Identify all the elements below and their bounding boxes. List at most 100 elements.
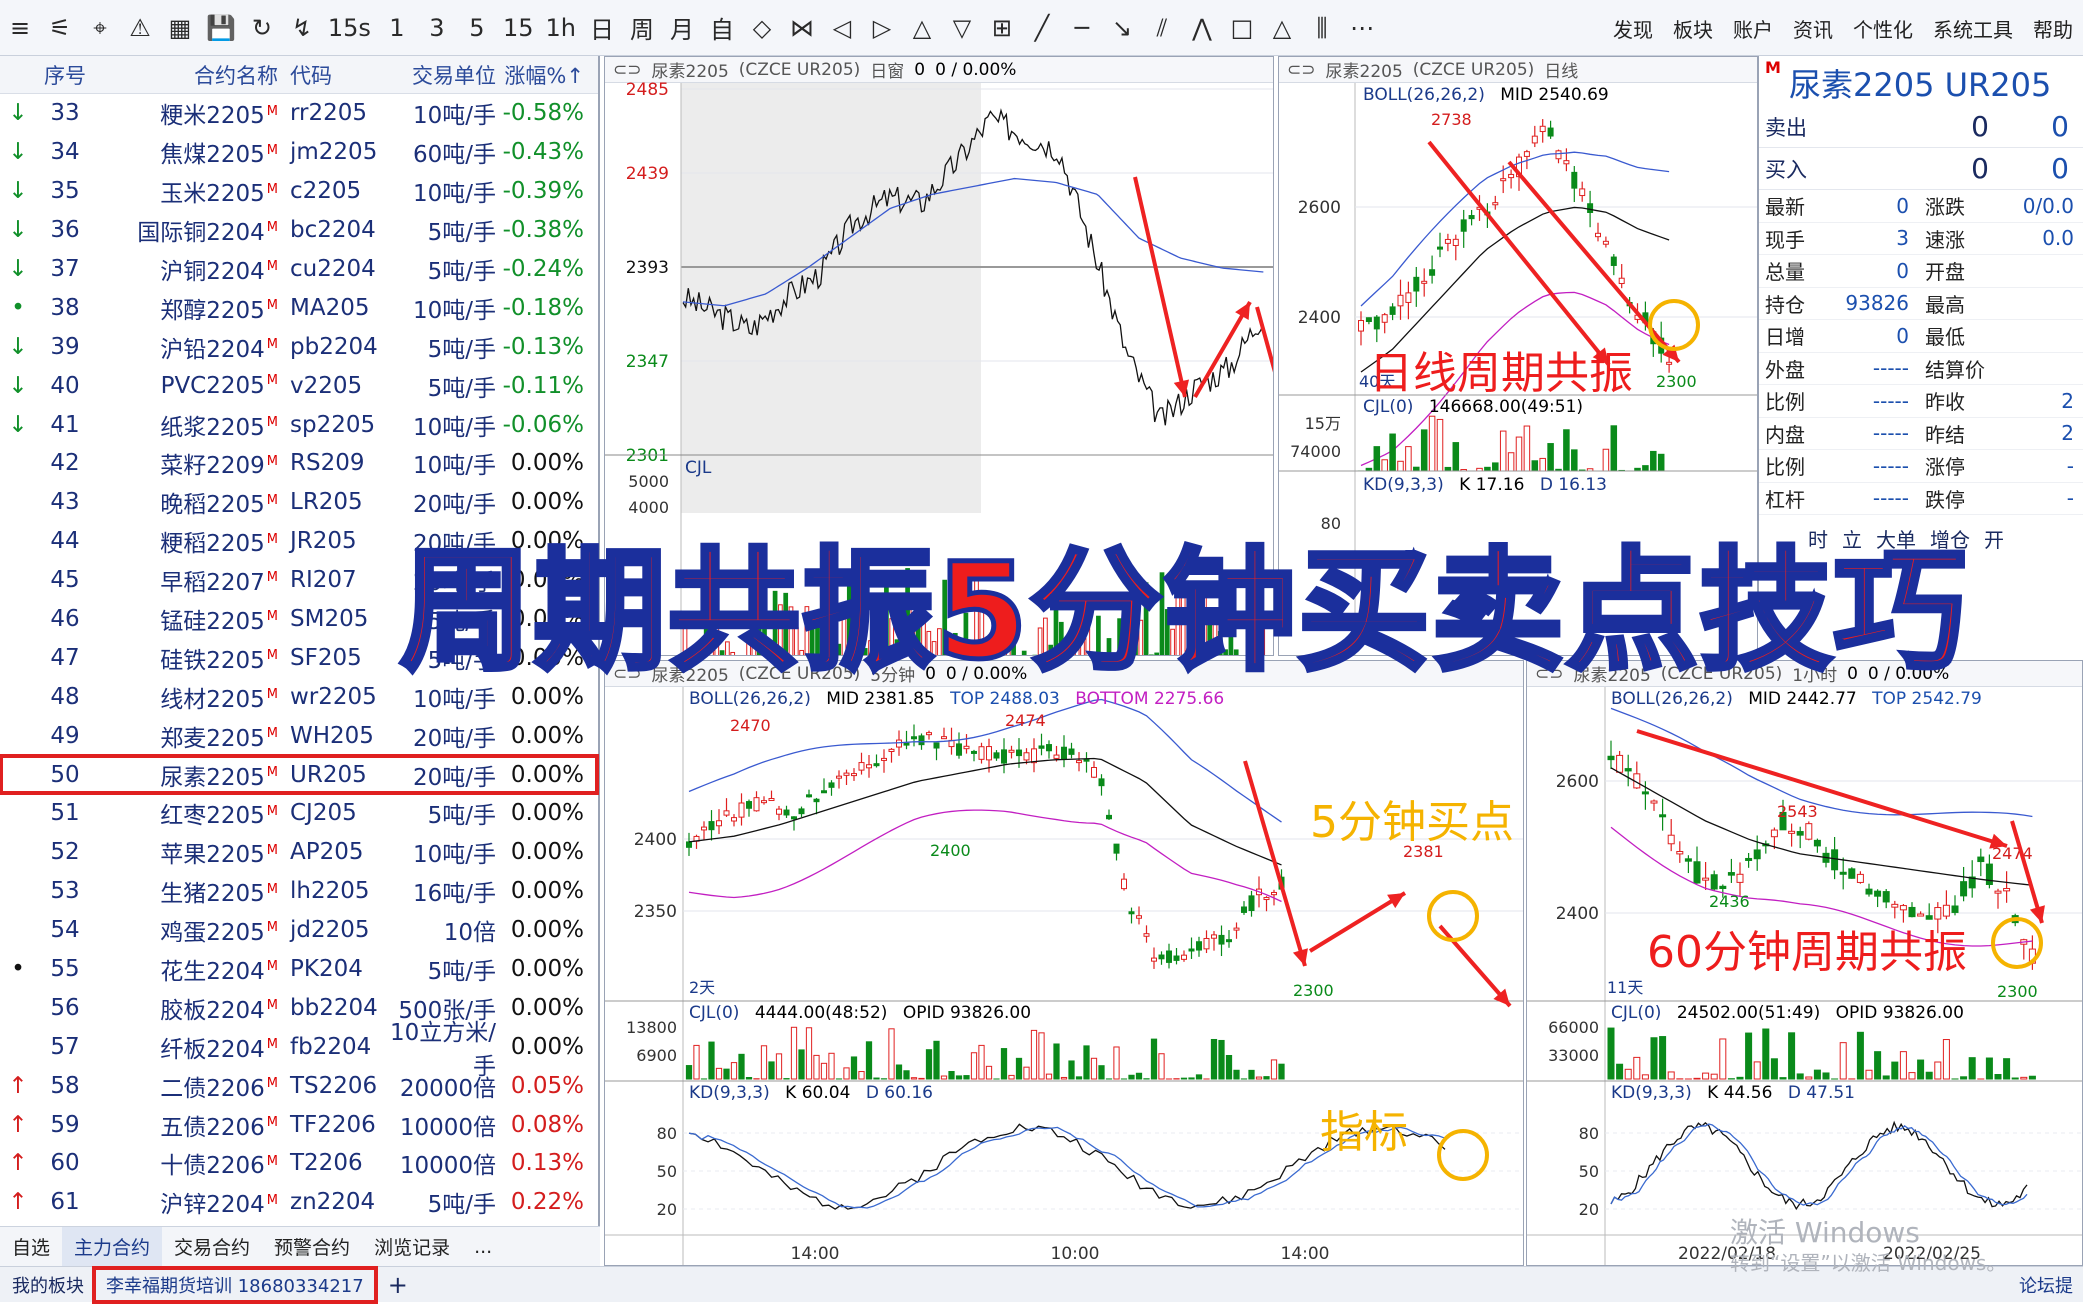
toolbar-tool-12-icon[interactable]: 15 — [497, 8, 540, 48]
header-unit[interactable]: 交易单位 — [384, 60, 496, 90]
toolbar-tool-23-icon[interactable]: ▽ — [942, 8, 982, 48]
list-tab-2[interactable]: 交易合约 — [162, 1233, 262, 1260]
table-row[interactable]: •38郑醇2205MMA20510吨/手-0.18% — [0, 288, 598, 327]
toolbar-tool-14-icon[interactable]: 日 — [582, 8, 622, 48]
toolbar-tool-5-icon[interactable]: 💾 — [200, 8, 242, 48]
table-row[interactable]: 50尿素2205MUR20520吨/手0.00% — [0, 755, 598, 794]
toolbar-tool-10-icon[interactable]: 3 — [417, 8, 457, 48]
table-row[interactable]: 51红枣2205MCJ2055吨/手0.00% — [0, 794, 598, 833]
table-row[interactable]: 49郑麦2205MWH20520吨/手0.00% — [0, 716, 598, 755]
header-name[interactable]: 合约名称 — [94, 60, 284, 90]
menu-item-5[interactable]: 系统工具 — [1933, 14, 2013, 43]
list-tab-1[interactable]: 主力合约 — [62, 1227, 162, 1266]
toolbar-tool-7-icon[interactable]: ↯ — [282, 8, 322, 48]
list-tab-5[interactable]: ... — [462, 1236, 504, 1258]
m5-kd-label[interactable]: KD(9,3,3) K 60.04 D 60.16 — [689, 1083, 933, 1103]
toolbar-tool-22-icon[interactable]: △ — [902, 8, 942, 48]
toolbar-tool-13-icon[interactable]: 1h — [539, 8, 581, 48]
toolbar-tool-1-icon[interactable]: ⚟ — [40, 8, 80, 48]
m5-candle-body — [1174, 956, 1179, 960]
toolbar-tool-3-icon[interactable]: ⚠ — [120, 8, 160, 48]
toolbar-tool-6-icon[interactable]: ↻ — [242, 8, 282, 48]
table-row[interactable]: ↓34焦煤2205Mjm220560吨/手-0.43% — [0, 133, 598, 172]
row-unit: 10吨/手 — [384, 835, 496, 869]
toolbar-tool-0-icon[interactable]: ≡ — [0, 8, 40, 48]
daily-vol-bar — [1643, 466, 1649, 471]
m60-kd-label[interactable]: KD(9,3,3) K 44.56 D 47.51 — [1611, 1083, 1855, 1103]
m5-chart-panel[interactable]: ⊂⊃ 尿素2205 (CZCE UR205) 5分钟 0 0 / 0.00% 2… — [604, 660, 1524, 1266]
toolbar-tool-29-icon[interactable]: ⋀ — [1182, 8, 1222, 48]
main-contract-mark: M — [267, 843, 278, 858]
table-row[interactable]: ↓41纸浆2205Msp220510吨/手-0.06% — [0, 405, 598, 444]
table-row[interactable]: ↓33粳米2205Mrr220510吨/手-0.58% — [0, 94, 598, 133]
toolbar-tool-33-icon[interactable]: ⋯ — [1342, 8, 1382, 48]
m60-cjl-label[interactable]: CJL(0) 24502.00(51:49) OPID 93826.00 — [1611, 1003, 1964, 1023]
menu-item-6[interactable]: 帮助 — [2033, 14, 2073, 43]
m5-candle-body — [1197, 942, 1202, 950]
table-row[interactable]: ↑60十债2206MT220610000倍0.13% — [0, 1144, 598, 1183]
toolbar-tool-24-icon[interactable]: ⊞ — [982, 8, 1022, 48]
menu-item-3[interactable]: 资讯 — [1793, 14, 1833, 43]
table-row[interactable]: ↓36国际铜2204Mbc22045吨/手-0.38% — [0, 211, 598, 250]
table-row[interactable]: 57纤板2204Mfb220410立方米/手0.00% — [0, 1027, 598, 1066]
quote-subtab-4[interactable]: 开 — [1984, 524, 2004, 553]
menu-item-0[interactable]: 发现 — [1613, 14, 1653, 43]
header-pct[interactable]: 涨幅%↑ — [496, 60, 590, 90]
table-row[interactable]: ↓37沪铜2204Mcu22045吨/手-0.24% — [0, 250, 598, 289]
toolbar-tool-31-icon[interactable]: △ — [1262, 8, 1302, 48]
toolbar-tool-4-icon[interactable]: ▦ — [160, 8, 200, 48]
m60-chart-panel[interactable]: ⊂⊃ 尿素2205 (CZCE UR205) 1小时 0 0 / 0.00% 2… — [1526, 660, 2083, 1266]
main-contract-mark: M — [267, 532, 278, 547]
toolbar-tool-21-icon[interactable]: ▷ — [862, 8, 902, 48]
toolbar-tool-18-icon[interactable]: ◇ — [742, 8, 782, 48]
main-contract-mark: M — [267, 959, 278, 974]
table-row[interactable]: ↓39沪铅2204Mpb22045吨/手-0.13% — [0, 327, 598, 366]
table-row[interactable]: ↓40PVC2205Mv22055吨/手-0.11% — [0, 366, 598, 405]
toolbar-tool-16-icon[interactable]: 月 — [662, 8, 702, 48]
add-tab-button[interactable]: + — [388, 1271, 408, 1299]
menu-item-2[interactable]: 账户 — [1733, 14, 1773, 43]
menu-item-4[interactable]: 个性化 — [1853, 14, 1913, 43]
table-row[interactable]: ↑58二债2206MTS220620000倍0.05% — [0, 1066, 598, 1105]
toolbar-tool-17-icon[interactable]: 自 — [702, 8, 742, 48]
daily-kd-label[interactable]: KD(9,3,3) K 17.16 D 16.13 — [1363, 475, 1607, 495]
contact-tab[interactable]: 李幸福期货培训 18680334217 — [92, 1266, 378, 1304]
table-row[interactable]: 54鸡蛋2205Mjd220510倍0.00% — [0, 911, 598, 950]
toolbar-tool-2-icon[interactable]: ⌖ — [80, 8, 120, 48]
table-row[interactable]: 42菜籽2209MRS20910吨/手0.00% — [0, 444, 598, 483]
daily-highlight-circle — [1650, 301, 1698, 349]
table-row[interactable]: 53生猪2205Mlh220516吨/手0.00% — [0, 872, 598, 911]
toolbar-tool-15-icon[interactable]: 周 — [622, 8, 662, 48]
m5-cjl-label[interactable]: CJL(0) 4444.00(48:52) OPID 93826.00 — [689, 1003, 1031, 1023]
toolbar-tool-26-icon[interactable]: ─ — [1062, 8, 1102, 48]
toolbar-tool-27-icon[interactable]: ↘ — [1102, 8, 1142, 48]
table-row[interactable]: 52苹果2205MAP20510吨/手0.00% — [0, 833, 598, 872]
table-row[interactable]: 56胶板2204Mbb2204500张/手0.00% — [0, 988, 598, 1027]
list-tab-3[interactable]: 预警合约 — [262, 1233, 362, 1260]
my-sector-label[interactable]: 我的板块 — [12, 1272, 84, 1298]
toolbar-tool-25-icon[interactable]: ╱ — [1022, 8, 1062, 48]
m5-candle-body — [964, 746, 969, 748]
m5-candle-body — [1242, 907, 1247, 912]
table-row[interactable]: ↓35玉米2205Mc220510吨/手-0.39% — [0, 172, 598, 211]
toolbar-tool-8-icon[interactable]: 15s — [322, 8, 377, 48]
toolbar-tool-20-icon[interactable]: ◁ — [822, 8, 862, 48]
toolbar-tool-32-icon[interactable]: ⫼ — [1302, 8, 1342, 48]
header-num[interactable]: 序号 — [36, 60, 94, 90]
list-tab-4[interactable]: 浏览记录 — [362, 1233, 462, 1260]
toolbar-tool-11-icon[interactable]: 5 — [457, 8, 497, 48]
menu-item-1[interactable]: 板块 — [1673, 14, 1713, 43]
daily-boll-label[interactable]: BOLL(26,26,2) MID 2540.69 — [1363, 85, 1609, 105]
toolbar-tool-30-icon[interactable]: □ — [1222, 8, 1262, 48]
m5-label-low2: 2300 — [1293, 981, 1334, 1000]
toolbar-tool-9-icon[interactable]: 1 — [377, 8, 417, 48]
table-row[interactable]: ↑59五债2206MTF220610000倍0.08% — [0, 1105, 598, 1144]
toolbar-tool-19-icon[interactable]: ⋈ — [782, 8, 822, 48]
table-row[interactable]: ↑61沪锌2204Mzn22045吨/手0.22% — [0, 1183, 598, 1222]
table-row[interactable]: •55花生2204MPK2045吨/手0.00% — [0, 950, 598, 989]
header-code[interactable]: 代码 — [284, 60, 384, 90]
row-code: bc2204 — [284, 217, 384, 243]
list-tab-0[interactable]: 自选 — [0, 1233, 62, 1260]
toolbar-tool-28-icon[interactable]: ⫽ — [1142, 8, 1182, 48]
forum-link[interactable]: 论坛提 — [2019, 1272, 2073, 1298]
